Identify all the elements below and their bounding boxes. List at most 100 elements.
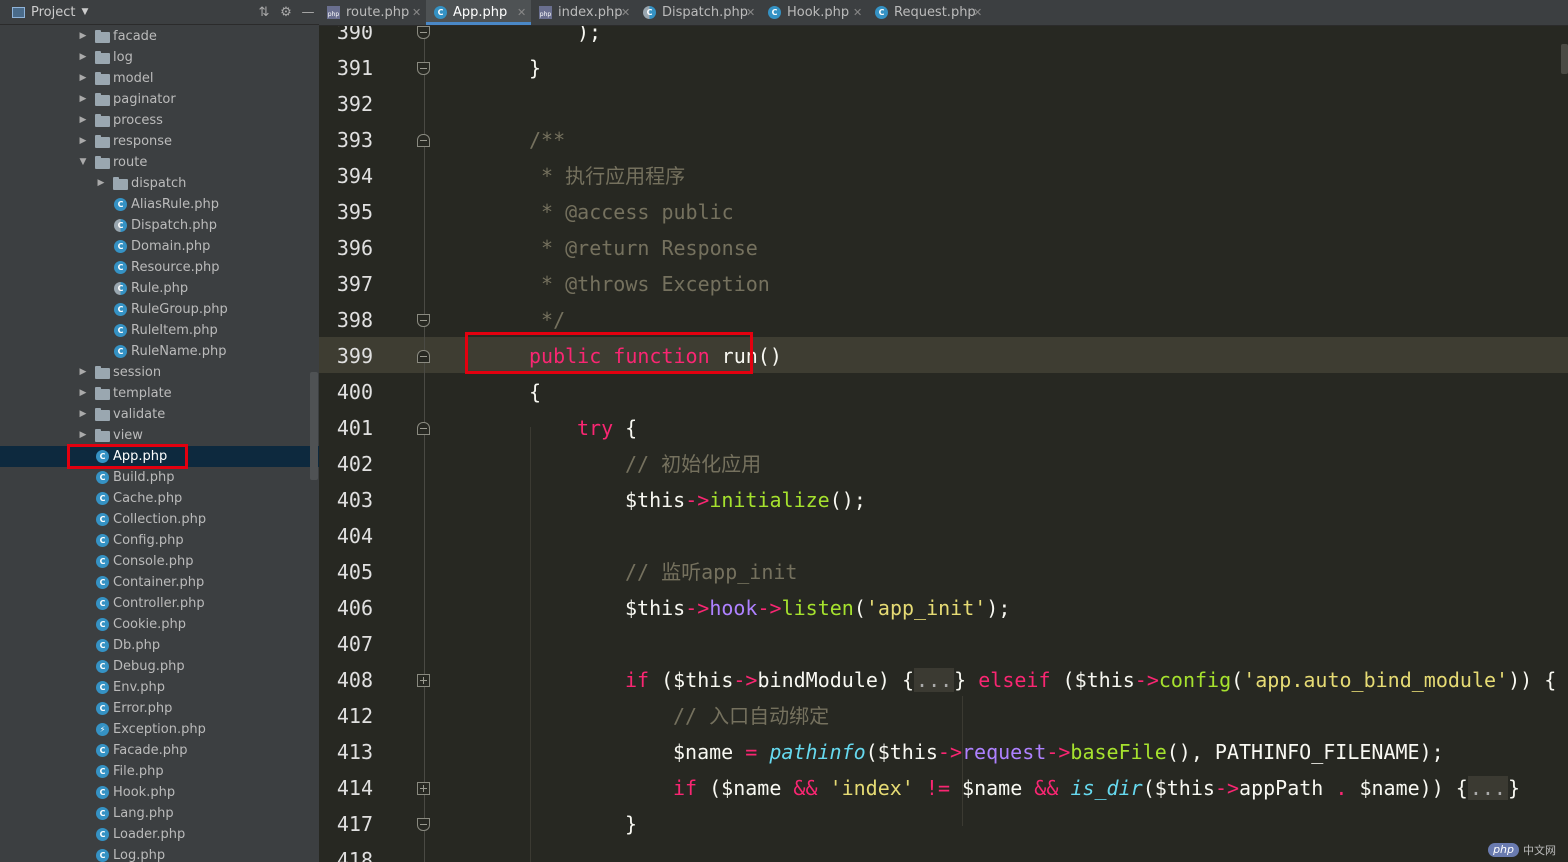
chevron-right-icon[interactable]: ▶ — [78, 110, 88, 131]
editor-scrollbar[interactable] — [1561, 44, 1568, 74]
code-line[interactable]: /** — [529, 122, 565, 158]
tree-file[interactable]: C Collection.php — [0, 509, 319, 530]
chevron-right-icon[interactable]: ▶ — [78, 131, 88, 152]
collapse-fold-icon[interactable] — [417, 26, 430, 39]
chevron-right-icon[interactable]: ▶ — [78, 89, 88, 110]
tree-file[interactable]: C Cache.php — [0, 488, 319, 509]
code-line[interactable]: // 初始化应用 — [625, 446, 761, 482]
collapse-fold-icon[interactable] — [417, 134, 430, 147]
code-line[interactable]: if ($this->bindModule) {...} elseif ($th… — [625, 662, 1556, 698]
tree-file[interactable]: C Console.php — [0, 551, 319, 572]
tree-file[interactable]: C RuleGroup.php — [0, 299, 319, 320]
code-line[interactable]: * @return Response — [529, 230, 758, 266]
project-title[interactable]: Project — [31, 5, 75, 20]
tree-file[interactable]: C AliasRule.php — [0, 194, 319, 215]
chevron-right-icon[interactable]: ▶ — [78, 425, 88, 446]
tree-file[interactable]: C RuleItem.php — [0, 320, 319, 341]
tree-file[interactable]: C Container.php — [0, 572, 319, 593]
tree-file[interactable]: C Log.php — [0, 845, 319, 862]
sidebar-scrollbar[interactable] — [310, 372, 318, 480]
tree-file[interactable]: C Env.php — [0, 677, 319, 698]
tree-file[interactable]: C Config.php — [0, 530, 319, 551]
code-line[interactable]: $name = pathinfo($this->request->baseFil… — [673, 734, 1444, 770]
chevron-right-icon[interactable]: ▶ — [96, 173, 106, 194]
tree-file[interactable]: C File.php — [0, 761, 319, 782]
code-line[interactable]: } — [529, 50, 541, 86]
chevron-down-icon[interactable]: ▼ — [81, 7, 88, 17]
tree-folder[interactable]: ▶ dispatch — [0, 173, 319, 194]
chevron-right-icon[interactable]: ▶ — [78, 362, 88, 383]
chevron-right-icon[interactable]: ▶ — [78, 383, 88, 404]
folded-code-placeholder[interactable]: ... — [914, 668, 955, 692]
collapse-fold-icon[interactable] — [417, 62, 430, 75]
code-line[interactable]: * @throws Exception — [529, 266, 770, 302]
code-editor[interactable]: 390); 391} 392 393 /** 394 * 执行应用程序 395 * @acc… — [319, 26, 1568, 862]
close-icon[interactable]: ✕ — [973, 0, 982, 25]
tree-folder[interactable]: ▶ response — [0, 131, 319, 152]
chevron-right-icon[interactable]: ▶ — [78, 26, 88, 47]
code-line[interactable]: } — [625, 806, 637, 842]
tree-file[interactable]: C Loader.php — [0, 824, 319, 845]
collapse-fold-icon[interactable] — [417, 350, 430, 363]
editor-tab[interactable]: php route.php ✕ — [319, 0, 426, 25]
close-icon[interactable]: ✕ — [517, 0, 526, 25]
tree-file[interactable]: C Dispatch.php — [0, 215, 319, 236]
expand-fold-icon[interactable] — [417, 674, 430, 687]
close-icon[interactable]: ✕ — [746, 0, 755, 25]
collapse-fold-icon[interactable] — [417, 422, 430, 435]
tree-folder[interactable]: ▶ process — [0, 110, 319, 131]
tree-file[interactable]: C Domain.php — [0, 236, 319, 257]
gear-icon[interactable]: ⚙ — [275, 5, 297, 20]
tree-folder[interactable]: ▶ model — [0, 68, 319, 89]
tree-file[interactable]: C Build.php — [0, 467, 319, 488]
code-line[interactable]: $this->hook->listen('app_init'); — [625, 590, 1010, 626]
expand-fold-icon[interactable] — [417, 782, 430, 795]
code-line[interactable]: $this->initialize(); — [625, 482, 866, 518]
close-icon[interactable]: ✕ — [412, 0, 421, 25]
close-icon[interactable]: ✕ — [853, 0, 862, 25]
close-icon[interactable]: ✕ — [621, 0, 630, 25]
editor-tab[interactable]: C Request.php ✕ — [867, 0, 987, 25]
tree-file[interactable]: ⚡ Exception.php — [0, 719, 319, 740]
tree-folder[interactable]: ▶ paginator — [0, 89, 319, 110]
tree-folder[interactable]: ▼ route — [0, 152, 319, 173]
tree-file[interactable]: C Cookie.php — [0, 614, 319, 635]
tree-file[interactable]: C Hook.php — [0, 782, 319, 803]
collapse-fold-icon[interactable] — [417, 818, 430, 831]
editor-tab[interactable]: C Hook.php ✕ — [760, 0, 867, 25]
collapse-fold-icon[interactable] — [417, 314, 430, 327]
code-line[interactable]: { — [529, 374, 541, 410]
code-line[interactable]: ); — [577, 26, 601, 50]
collapse-all-icon[interactable]: ⇅ — [253, 5, 275, 20]
tree-file[interactable]: C Rule.php — [0, 278, 319, 299]
chevron-right-icon[interactable]: ▶ — [78, 404, 88, 425]
code-line[interactable]: if ($name && 'index' != $name && is_dir(… — [673, 770, 1520, 806]
tree-file[interactable]: C Facade.php — [0, 740, 319, 761]
chevron-down-icon[interactable]: ▼ — [78, 152, 88, 173]
chevron-right-icon[interactable]: ▶ — [78, 47, 88, 68]
minimize-icon[interactable]: — — [297, 5, 319, 20]
tree-folder[interactable]: ▶ session — [0, 362, 319, 383]
tree-file[interactable]: C Error.php — [0, 698, 319, 719]
code-line[interactable]: try { — [577, 410, 637, 446]
tree-file[interactable]: C Resource.php — [0, 257, 319, 278]
tree-file[interactable]: C Controller.php — [0, 593, 319, 614]
editor-tab[interactable]: C App.php ✕ — [426, 0, 531, 25]
tree-folder[interactable]: ▶ validate — [0, 404, 319, 425]
tree-file[interactable]: C RuleName.php — [0, 341, 319, 362]
editor-tab[interactable]: C Dispatch.php ✕ — [635, 0, 760, 25]
tree-folder[interactable]: ▶ template — [0, 383, 319, 404]
tree-folder[interactable]: ▶ log — [0, 47, 319, 68]
tree-file[interactable]: C Lang.php — [0, 803, 319, 824]
chevron-right-icon[interactable]: ▶ — [78, 68, 88, 89]
code-line[interactable]: // 入口自动绑定 — [673, 698, 829, 734]
folded-code-placeholder[interactable]: ... — [1467, 776, 1508, 800]
tree-file[interactable]: C Db.php — [0, 635, 319, 656]
code-line[interactable]: // 监听app_init — [625, 554, 797, 590]
code-line[interactable]: * @access public — [529, 194, 734, 230]
tree-folder[interactable]: ▶ facade — [0, 26, 319, 47]
tree-file[interactable]: C Debug.php — [0, 656, 319, 677]
code-line[interactable]: * 执行应用程序 — [529, 158, 685, 194]
editor-tab[interactable]: php index.php ✕ — [531, 0, 635, 25]
tree-folder[interactable]: ▶ view — [0, 425, 319, 446]
